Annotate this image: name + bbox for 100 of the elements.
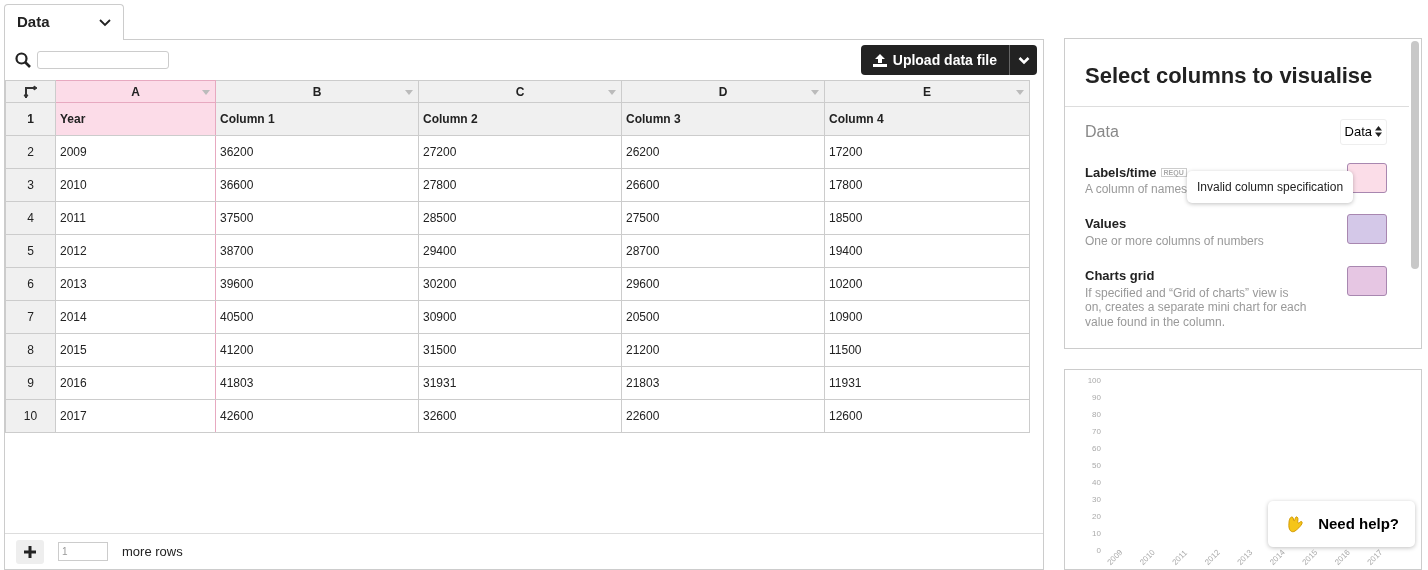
table-cell[interactable]: 30200	[418, 267, 622, 301]
table-cell[interactable]: 2009	[55, 135, 216, 169]
table-cell[interactable]: 18500	[824, 201, 1030, 235]
table-cell[interactable]: 28500	[418, 201, 622, 235]
transpose-button[interactable]	[5, 80, 56, 103]
column-dropzone[interactable]	[1347, 214, 1387, 245]
table-cell[interactable]: 2011	[55, 201, 216, 235]
y-tick-label: 50	[1092, 461, 1101, 470]
more-rows-label: more rows	[122, 542, 183, 561]
table-cell[interactable]: 41803	[215, 366, 419, 400]
table-cell[interactable]: 31500	[418, 333, 622, 367]
transpose-icon	[22, 85, 39, 100]
table-cell[interactable]: 10900	[824, 300, 1030, 334]
binding-label: Values	[1085, 216, 1127, 232]
search-field[interactable]	[37, 51, 169, 69]
table-cell[interactable]: 32600	[418, 399, 622, 433]
table-cell[interactable]: 17800	[824, 168, 1030, 202]
table-cell[interactable]: 2017	[55, 399, 216, 433]
table-cell[interactable]: 41200	[215, 333, 419, 367]
table-cell[interactable]: 10200	[824, 267, 1030, 301]
search-icon	[15, 52, 31, 68]
table-cell[interactable]: 38700	[215, 234, 419, 268]
column-dropzone[interactable]	[1347, 162, 1387, 193]
table-cell[interactable]: 39600	[215, 267, 419, 301]
table-cell[interactable]: 2010	[55, 168, 216, 202]
table-cell[interactable]: 11931	[824, 366, 1030, 400]
y-tick-label: 60	[1092, 444, 1101, 453]
column-header[interactable]: A	[55, 80, 216, 103]
y-tick-label: 100	[1087, 376, 1101, 385]
table-cell[interactable]: 2015	[55, 333, 216, 367]
tab[interactable]: Data	[4, 4, 124, 40]
row-number[interactable]: 9	[5, 366, 56, 400]
column-header[interactable]: B	[215, 80, 419, 103]
y-tick-label: 40	[1092, 478, 1101, 487]
table-cell[interactable]: 2016	[55, 366, 216, 400]
plus-icon	[24, 545, 36, 558]
y-tick-label: 30	[1092, 495, 1101, 504]
row-number[interactable]: 1	[5, 102, 56, 136]
table-cell[interactable]: 21200	[621, 333, 825, 367]
table-cell[interactable]: 27200	[418, 135, 622, 169]
table-cell[interactable]: 37500	[215, 201, 419, 235]
table-cell[interactable]: 2013	[55, 267, 216, 301]
y-tick-label: 90	[1092, 393, 1101, 402]
column-header[interactable]: E	[824, 80, 1030, 103]
table-cell[interactable]: 27500	[621, 201, 825, 235]
upload-button[interactable]: Upload data file	[860, 45, 1009, 75]
section-label: Data	[1085, 121, 1119, 142]
table-cell[interactable]: 17200	[824, 135, 1030, 169]
dataset-select[interactable]: Data	[1339, 119, 1387, 145]
table-cell[interactable]: 26200	[621, 135, 825, 169]
header-cell[interactable]: Column 4	[824, 102, 1030, 136]
header-cell[interactable]: Column 3	[621, 102, 825, 136]
binding-description: If specified and “Grid of charts” view is on, creates a separate mini chart for each value found in the column.	[1085, 285, 1307, 329]
table-cell[interactable]: 36600	[215, 168, 419, 202]
chevron-icon	[99, 18, 111, 27]
row-number[interactable]: 2	[5, 135, 56, 169]
table-cell[interactable]: 30900	[418, 300, 622, 334]
add-rows-button[interactable]	[16, 539, 44, 564]
row-number[interactable]: 3	[5, 168, 56, 202]
table-cell[interactable]: 12600	[824, 399, 1030, 433]
binding-description: One or more columns of numbers	[1085, 233, 1264, 249]
dropdown-button[interactable]	[1009, 45, 1037, 75]
table-cell[interactable]: 2014	[55, 300, 216, 334]
table-cell[interactable]: 27800	[418, 168, 622, 202]
scrollbar[interactable]	[1411, 41, 1419, 269]
header-cell[interactable]: Column 1	[215, 102, 419, 136]
column-header[interactable]: C	[418, 80, 622, 103]
y-tick-label: 80	[1092, 410, 1101, 419]
binding-label: Charts grid	[1085, 268, 1155, 284]
table-cell[interactable]: 21803	[621, 366, 825, 400]
help-button[interactable]: Need help?	[1268, 501, 1415, 547]
table-cell[interactable]: 28700	[621, 234, 825, 268]
table-cell[interactable]: 29400	[418, 234, 622, 268]
table-cell[interactable]: 26600	[621, 168, 825, 202]
binding-description: A column of names	[1085, 182, 1188, 197]
table-cell[interactable]: 29600	[621, 267, 825, 301]
row-number[interactable]: 5	[5, 234, 56, 268]
table-cell[interactable]: 22600	[621, 399, 825, 433]
row-number[interactable]: 8	[5, 333, 56, 367]
column-dropzone[interactable]	[1347, 266, 1387, 297]
row-number[interactable]: 4	[5, 201, 56, 235]
row-number[interactable]: 6	[5, 267, 56, 301]
panel-title: Select columns to visualise	[1065, 39, 1409, 107]
y-tick-label: 20	[1092, 512, 1101, 521]
table-cell[interactable]: 2012	[55, 234, 216, 268]
row-number[interactable]: 10	[5, 399, 56, 433]
table-cell[interactable]: 40500	[215, 300, 419, 334]
table-cell[interactable]: 11500	[824, 333, 1030, 367]
upload-icon	[872, 53, 887, 67]
table-cell[interactable]: 20500	[621, 300, 825, 334]
column-header[interactable]: D	[621, 80, 825, 103]
header-cell[interactable]: Year	[55, 102, 216, 136]
binding-label: Labels/time	[1085, 164, 1157, 180]
header-cell[interactable]: Column 2	[418, 102, 622, 136]
table-cell[interactable]: 36200	[215, 135, 419, 169]
table-cell[interactable]: 31931	[418, 366, 622, 400]
table-cell[interactable]: 19400	[824, 234, 1030, 268]
row-number[interactable]: 7	[5, 300, 56, 334]
y-tick-label: 0	[1096, 546, 1101, 555]
table-cell[interactable]: 42600	[215, 399, 419, 433]
